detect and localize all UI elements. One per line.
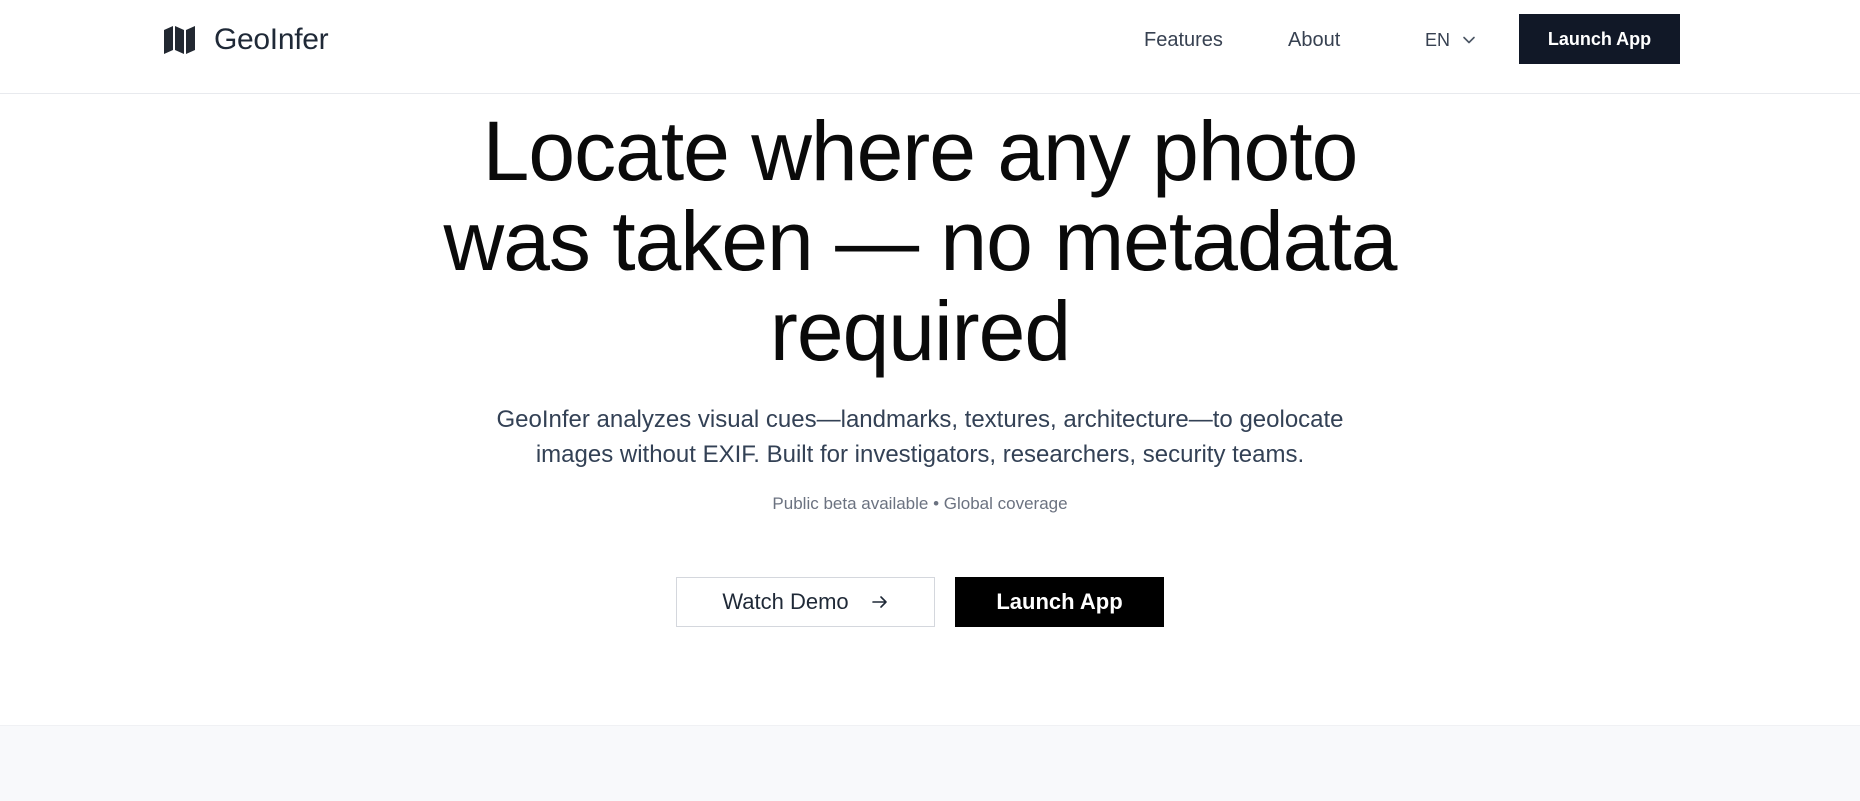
- features-section-background: [0, 725, 1860, 801]
- language-selector[interactable]: EN: [1425, 26, 1476, 54]
- brand-logo-link[interactable]: GeoInfer: [162, 22, 329, 58]
- hero-title-line-3: required: [769, 284, 1071, 378]
- hero-launch-app-button[interactable]: Launch App: [955, 577, 1164, 627]
- hero-title-line-2: was taken — no metadata: [443, 194, 1398, 288]
- hero-availability-note: Public beta available • Global coverage: [772, 494, 1068, 513]
- watch-demo-label: Watch Demo: [722, 589, 849, 614]
- arrow-right-icon: [871, 596, 887, 608]
- language-code: EN: [1425, 29, 1451, 50]
- hero-title-line-1: Locate where any photo: [482, 104, 1359, 198]
- landing-page: GeoInfer Features About EN Launch App Lo…: [0, 0, 1860, 801]
- hero-subtitle-line-1: GeoInfer analyzes visual cues—landmarks,…: [496, 406, 1344, 433]
- header-launch-app-button[interactable]: Launch App: [1519, 14, 1680, 64]
- hero-subtitle-line-2: images without EXIF. Built for investiga…: [535, 441, 1305, 468]
- brand-name: GeoInfer: [214, 23, 329, 56]
- top-navigation-bar: GeoInfer Features About EN Launch App: [0, 0, 1860, 94]
- hero-title: Locate where any photo was taken — no me…: [330, 106, 1510, 376]
- nav-link-about[interactable]: About: [1288, 29, 1340, 52]
- hero-subtitle: GeoInfer analyzes visual cues—landmarks,…: [420, 402, 1420, 472]
- watch-demo-button[interactable]: Watch Demo: [676, 577, 935, 627]
- map-icon: [164, 26, 195, 54]
- nav-link-features[interactable]: Features: [1144, 29, 1223, 52]
- chevron-down-icon: [1463, 36, 1475, 44]
